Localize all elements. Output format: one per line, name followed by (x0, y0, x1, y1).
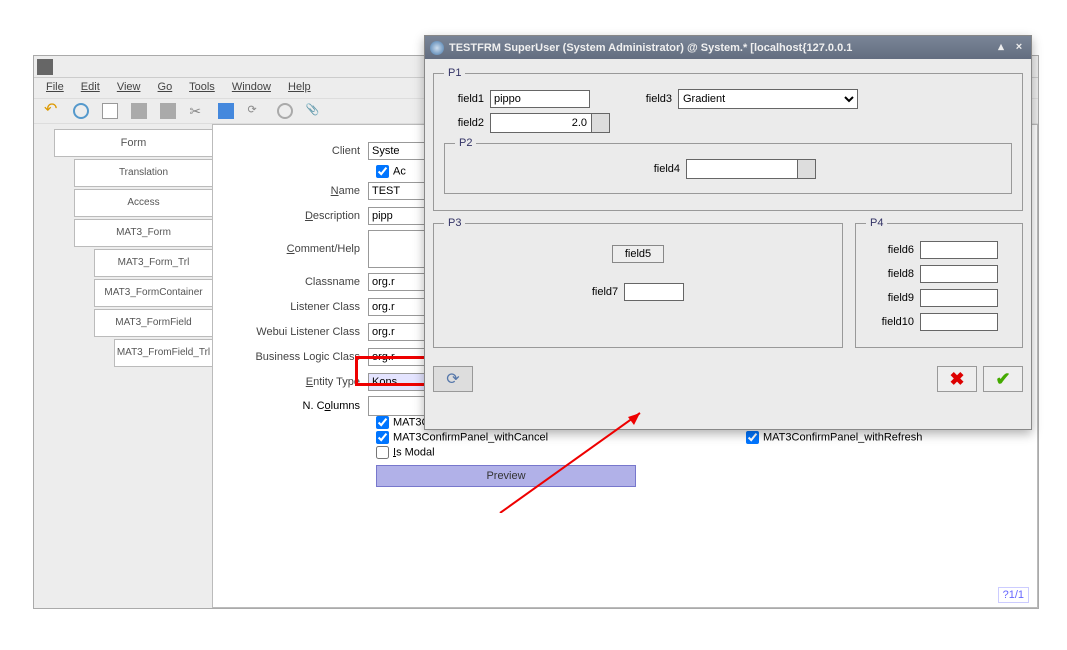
cancel-button[interactable]: ✖ (937, 366, 977, 392)
active-label: Ac (393, 165, 406, 177)
sidebar-item-access[interactable]: Access (74, 189, 212, 217)
modal-checkbox[interactable] (376, 446, 389, 459)
field8-input[interactable] (920, 265, 998, 283)
sidebar-item-mat3form[interactable]: MAT3_Form (74, 219, 212, 247)
app-icon (37, 59, 53, 75)
menu-view[interactable]: View (117, 81, 141, 93)
cp1-checkbox[interactable] (376, 416, 389, 429)
field1-label: field1 (444, 93, 484, 105)
sidebar-item-mat3formcontainer[interactable]: MAT3_FormContainer (94, 279, 212, 307)
field7-label: field7 (592, 286, 618, 298)
ncols-label: N. Columns (228, 400, 368, 412)
listener-label: Listener Class (228, 301, 368, 313)
field1-input[interactable] (490, 90, 590, 108)
p4-legend: P4 (866, 217, 887, 229)
search-icon[interactable] (277, 103, 293, 119)
cut-icon[interactable]: ✂ (189, 103, 205, 119)
field8-label: field8 (866, 268, 920, 280)
field4-label: field4 (640, 163, 680, 175)
check-icon: ✔ (995, 369, 1010, 390)
field9-label: field9 (866, 292, 920, 304)
menu-help[interactable]: Help (288, 81, 311, 93)
undo-icon[interactable]: ↶ (44, 103, 60, 119)
copy-icon[interactable] (131, 103, 147, 119)
calc-icon[interactable] (591, 114, 609, 132)
refresh-icon: ⟳ (446, 369, 459, 389)
active-checkbox[interactable] (376, 165, 389, 178)
desc-label: Description (228, 210, 368, 222)
field4-input[interactable] (686, 159, 816, 179)
cp3-checkbox[interactable] (746, 431, 759, 444)
dialog-footer: ⟳ ✖ ✔ (425, 362, 1031, 396)
record-indicator[interactable]: ?1/1 (998, 587, 1029, 603)
new-icon[interactable] (102, 103, 118, 119)
rollup-icon[interactable]: ▴ (994, 41, 1008, 55)
dialog-title: TESTFRM SuperUser (System Administrator)… (449, 42, 990, 54)
delete-icon[interactable] (160, 103, 176, 119)
menu-tools[interactable]: Tools (189, 81, 215, 93)
preview-dialog: TESTFRM SuperUser (System Administrator)… (424, 35, 1032, 430)
p2-legend: P2 (455, 137, 476, 149)
menu-edit[interactable]: Edit (81, 81, 100, 93)
field9-input[interactable] (920, 289, 998, 307)
field2-label: field2 (444, 117, 484, 129)
group-p1: P1 field1 field3 Gradient field2 P2 fiel… (433, 67, 1023, 211)
field6-label: field6 (866, 244, 920, 256)
field6-input[interactable] (920, 241, 998, 259)
save-icon[interactable] (218, 103, 234, 119)
ok-button[interactable]: ✔ (983, 366, 1023, 392)
attachment-icon[interactable]: 📎 (306, 103, 322, 119)
cp2-label: MAT3ConfirmPanel_withCancel (393, 431, 548, 443)
cp3-label: MAT3ConfirmPanel_withRefresh (763, 431, 922, 443)
group-p4: P4 field6 field8 field9 field10 (855, 217, 1023, 348)
client-label: Client (228, 145, 368, 157)
sidebar-item-form[interactable]: Form (54, 129, 212, 157)
name-label: Name (228, 185, 368, 197)
field10-input[interactable] (920, 313, 998, 331)
field3-label: field3 (632, 93, 672, 105)
field7-input[interactable] (624, 283, 684, 301)
refresh-icon[interactable]: ⟳ (247, 103, 263, 119)
dialog-titlebar[interactable]: TESTFRM SuperUser (System Administrator)… (425, 36, 1031, 59)
close-icon[interactable]: × (1012, 41, 1026, 55)
modal-label: Is Modal (393, 446, 435, 458)
group-p2: P2 field4 (444, 137, 1012, 194)
globe-icon (430, 41, 444, 55)
sidebar-item-mat3formfield[interactable]: MAT3_FormField (94, 309, 212, 337)
p1-legend: P1 (444, 67, 465, 79)
sidebar: Form Translation Access MAT3_Form MAT3_F… (34, 124, 212, 608)
cp2-checkbox[interactable] (376, 431, 389, 444)
sidebar-item-mat3formtrl[interactable]: MAT3_Form_Trl (94, 249, 212, 277)
sidebar-item-mat3fromfieldtrl[interactable]: MAT3_FromField_Trl (114, 339, 212, 367)
sidebar-item-translation[interactable]: Translation (74, 159, 212, 187)
group-p3: P3 field5 field7 (433, 217, 843, 348)
field10-label: field10 (866, 316, 920, 328)
calendar-icon[interactable] (797, 160, 815, 178)
comment-label: Comment/Help (228, 243, 368, 255)
entity-label: Entity Type (228, 376, 368, 388)
classname-label: Classname (228, 276, 368, 288)
cancel-icon: ✖ (949, 369, 964, 390)
menu-window[interactable]: Window (232, 81, 271, 93)
p3-legend: P3 (444, 217, 465, 229)
field3-select[interactable]: Gradient (678, 89, 858, 109)
field5-button[interactable]: field5 (612, 245, 664, 263)
help-icon[interactable] (73, 103, 89, 119)
menu-file[interactable]: File (46, 81, 64, 93)
field2-stepper[interactable] (490, 113, 610, 133)
biz-label: Business Logic Class (228, 351, 368, 363)
refresh-button[interactable]: ⟳ (433, 366, 473, 392)
webui-label: Webui Listener Class (228, 326, 368, 338)
menu-go[interactable]: Go (158, 81, 173, 93)
preview-button[interactable]: Preview (376, 465, 636, 487)
